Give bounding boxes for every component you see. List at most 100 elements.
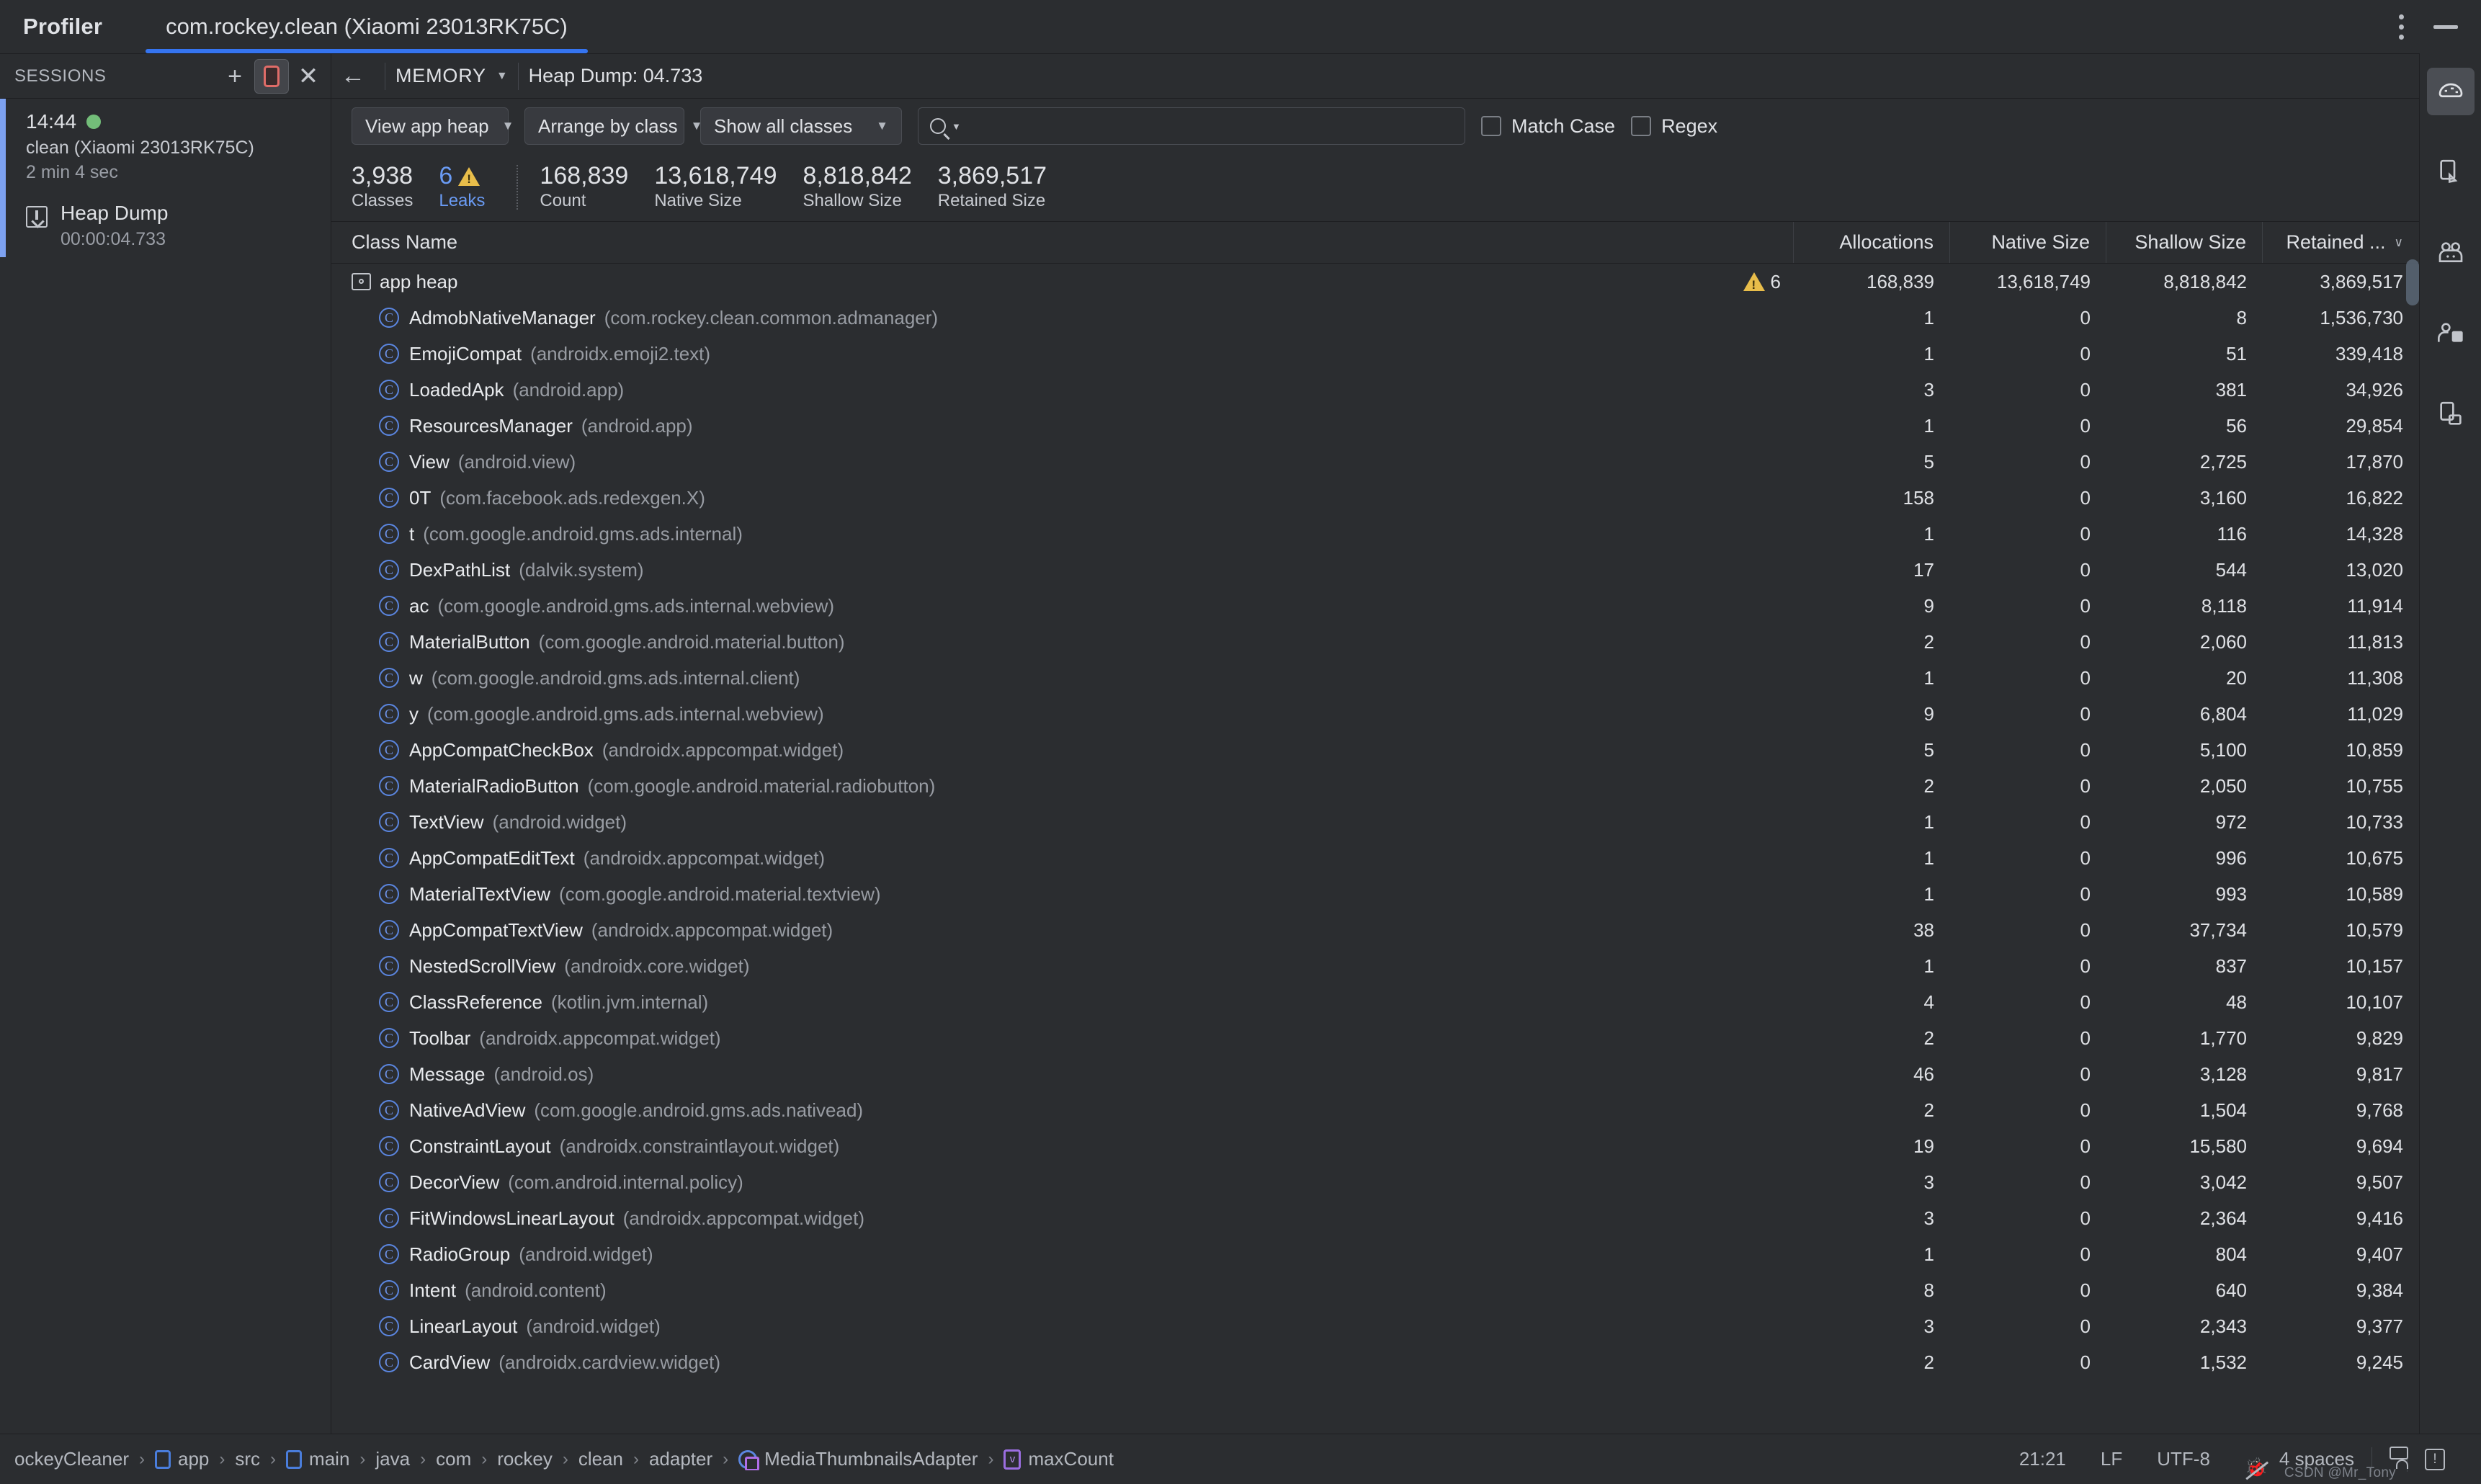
cell-shallow-size: 6,804 [2199,702,2247,725]
class-icon: C [379,1244,399,1264]
table-row[interactable]: C TextView (android.widget) 1 0 972 10,733 [331,804,2419,840]
table-body[interactable]: app heap 6 168,839 13,618,749 8,818,842 3,869… [331,264,2419,1434]
cell-shallow-size: 8,118 [2201,594,2247,617]
arrange-select[interactable]: Arrange by class ▼ [524,107,702,145]
table-row[interactable]: C 0T (com.facebook.ads.redexgen.X) 158 0 3,16… [331,480,2419,516]
profiler-icon[interactable] [2426,68,2475,115]
cell-allocations: 8 [1923,1279,1934,1301]
table-row[interactable]: C NestedScrollView (androidx.core.widget) 1… [331,948,2419,984]
table-row[interactable]: C MaterialButton (com.google.android.mater… [331,624,2419,660]
vertical-scrollbar-thumb[interactable] [2406,259,2419,305]
table-row[interactable]: C AppCompatEditText (androidx.appcompat.wi… [331,840,2419,876]
device-file-explorer-icon[interactable] [2427,148,2475,196]
notification-bubble-icon[interactable]: ! [2408,1448,2462,1470]
breadcrumb-item[interactable]: rockey [497,1448,553,1470]
match-case-checkbox[interactable]: Match Case [1481,115,1615,138]
checkbox-box [1481,116,1501,136]
column-header-allocations[interactable]: Allocations [1794,222,1950,263]
kebab-menu-icon[interactable] [2379,4,2423,49]
table-row[interactable]: C Intent (android.content) 8 0 640 9,384 [331,1272,2419,1308]
column-header-class-name[interactable]: Class Name [331,222,1794,263]
table-row[interactable]: Cw (com.google.android.gms.ads.internal.c… [331,660,2419,696]
cell-allocations: 2 [1923,1351,1934,1373]
table-row[interactable]: C LinearLayout (android.widget) 3 0 2,343 9,37… [331,1308,2419,1344]
class-icon: C [379,632,399,652]
breadcrumb-item[interactable]: src [235,1448,260,1470]
plus-icon[interactable]: + [218,60,251,93]
breadcrumb-item[interactable]: ockeyCleaner [14,1448,129,1470]
table-row[interactable]: C RadioGroup (android.widget) 1 0 804 9,407 [331,1236,2419,1272]
cell-shallow-size: 116 [2217,522,2247,545]
back-arrow-icon[interactable]: ← [331,62,375,90]
regex-checkbox[interactable]: Regex [1631,115,1717,138]
tab-profiler-session[interactable]: com.rockey.clean (Xiaomi 23013RK75C) [146,0,588,53]
session-list-item[interactable]: 14:44 clean (Xiaomi 23013RK75C) 2 min 4 … [0,99,331,257]
class-simple-name: NativeAdView [409,1099,526,1121]
stat-leaks[interactable]: 6 Leaks [439,163,511,212]
table-row[interactable]: C NativeAdView (com.google.android.gms.ads… [331,1092,2419,1128]
table-row[interactable]: C MaterialTextView (com.google.android.mat… [331,876,2419,912]
table-row[interactable]: C DecorView (com.android.internal.policy) 3… [331,1164,2419,1200]
heap-select[interactable]: View app heap ▼ [352,107,514,145]
table-row[interactable]: C ConstraintLayout (androidx.constraintlay… [331,1128,2419,1164]
column-header-native-size[interactable]: Native Size [1950,222,2106,263]
column-header-shallow-size[interactable]: Shallow Size [2106,222,2263,263]
column-header-retained-size[interactable]: Retained ... ∨ [2263,222,2419,263]
table-row-app-heap[interactable]: app heap 6 168,839 13,618,749 8,818,842 3,869… [331,264,2419,300]
cell-shallow-size: 2,343 [2199,1315,2247,1337]
table-row[interactable]: Ct (com.google.android.gms.ads.internal) 1… [331,516,2419,552]
table-row[interactable]: Cac (com.google.android.gms.ads.internal.… [331,588,2419,624]
device-manager-icon[interactable] [2427,310,2475,357]
cell-class-name: C AppCompatCheckBox (androidx.appcompat.wi… [331,739,1794,761]
breadcrumb-label: com [436,1448,472,1470]
caret-position[interactable]: 21:21 [2002,1448,2083,1470]
breadcrumb-item[interactable]: app [154,1448,209,1470]
table-row[interactable]: Cy (com.google.android.gms.ads.internal.w… [331,696,2419,732]
cell-native-size: 0 [2080,918,2091,941]
table-row[interactable]: C Toolbar (androidx.appcompat.widget) 2 0 1,7… [331,1020,2419,1056]
session-capture-heap-dump[interactable]: Heap Dump 00:00:04.733 [26,202,254,250]
cell-shallow-size: 381 [2215,378,2247,401]
heap-dump-time: 00:00:04.733 [61,229,166,249]
session-details: 14:44 clean (Xiaomi 23013RK75C) 2 min 4 … [6,99,254,257]
table-row[interactable]: C View (android.view) 5 0 2,725 17,870 [331,444,2419,480]
table-row[interactable]: C Message (android.os) 46 0 3,128 9,817 [331,1056,2419,1092]
close-icon[interactable]: ✕ [292,60,325,93]
breadcrumb-item[interactable]: MediaThumbnailsAdapter [738,1448,978,1470]
class-filter-select[interactable]: Show all classes ▼ [700,107,902,145]
stop-recording-icon[interactable] [254,58,289,94]
breadcrumb-item[interactable]: main [286,1448,349,1470]
cell-retained-size: 14,328 [2346,522,2403,545]
file-encoding[interactable]: UTF-8 [2140,1448,2227,1470]
minimize-icon[interactable] [2423,4,2468,49]
layout-inspector-icon[interactable] [2427,390,2475,438]
search-input[interactable]: ▼ [918,107,1465,145]
table-row[interactable]: C AppCompatTextView (androidx.appcompat.wi… [331,912,2419,948]
cell-shallow-size: 2,725 [2199,450,2247,473]
line-separator[interactable]: LF [2083,1448,2140,1470]
table-row[interactable]: C MaterialRadioButton (com.google.android.… [331,768,2419,804]
table-row[interactable]: C EmojiCompat (androidx.emoji2.text) 1 0 51 33… [331,336,2419,372]
table-row[interactable]: C ClassReference (kotlin.jvm.internal) 4 0 48… [331,984,2419,1020]
breadcrumb-item[interactable]: v maxCount [1003,1448,1114,1470]
table-row[interactable]: C CardView (androidx.cardview.widget) 2 0 1,5… [331,1344,2419,1380]
table-row[interactable]: C LoadedApk (android.app) 3 0 381 34,926 [331,372,2419,408]
breadcrumb-item[interactable]: clean [578,1448,623,1470]
cell-class-name: C LoadedApk (android.app) [331,379,1794,401]
breadcrumb-item[interactable]: adapter [649,1448,712,1470]
breadcrumb-item[interactable]: java [375,1448,410,1470]
cell-native-size: 0 [2080,1099,2091,1121]
stage-selector[interactable]: MEMORY ▼ [395,65,508,87]
cell-retained-size: 9,507 [2356,1171,2403,1193]
breadcrumb-item[interactable]: com [436,1448,471,1470]
emulator-icon[interactable] [2427,229,2475,277]
table-row[interactable]: C AppCompatCheckBox (androidx.appcompat.wi… [331,732,2419,768]
cell-native-size: 0 [2080,414,2091,437]
table-row[interactable]: C ResourcesManager (android.app) 1 0 56 29,854 [331,408,2419,444]
breadcrumb-separator: › [359,1449,366,1469]
leak-badge[interactable]: 6 [1743,271,1794,293]
table-row[interactable]: C DexPathList (dalvik.system) 17 0 544 13,020 [331,552,2419,588]
table-row[interactable]: C FitWindowsLinearLayout (androidx.appcomp… [331,1200,2419,1236]
table-row[interactable]: C AdmobNativeManager (com.rockey.clean.com… [331,300,2419,336]
class-package: (com.rockey.clean.common.admanager) [604,306,939,328]
